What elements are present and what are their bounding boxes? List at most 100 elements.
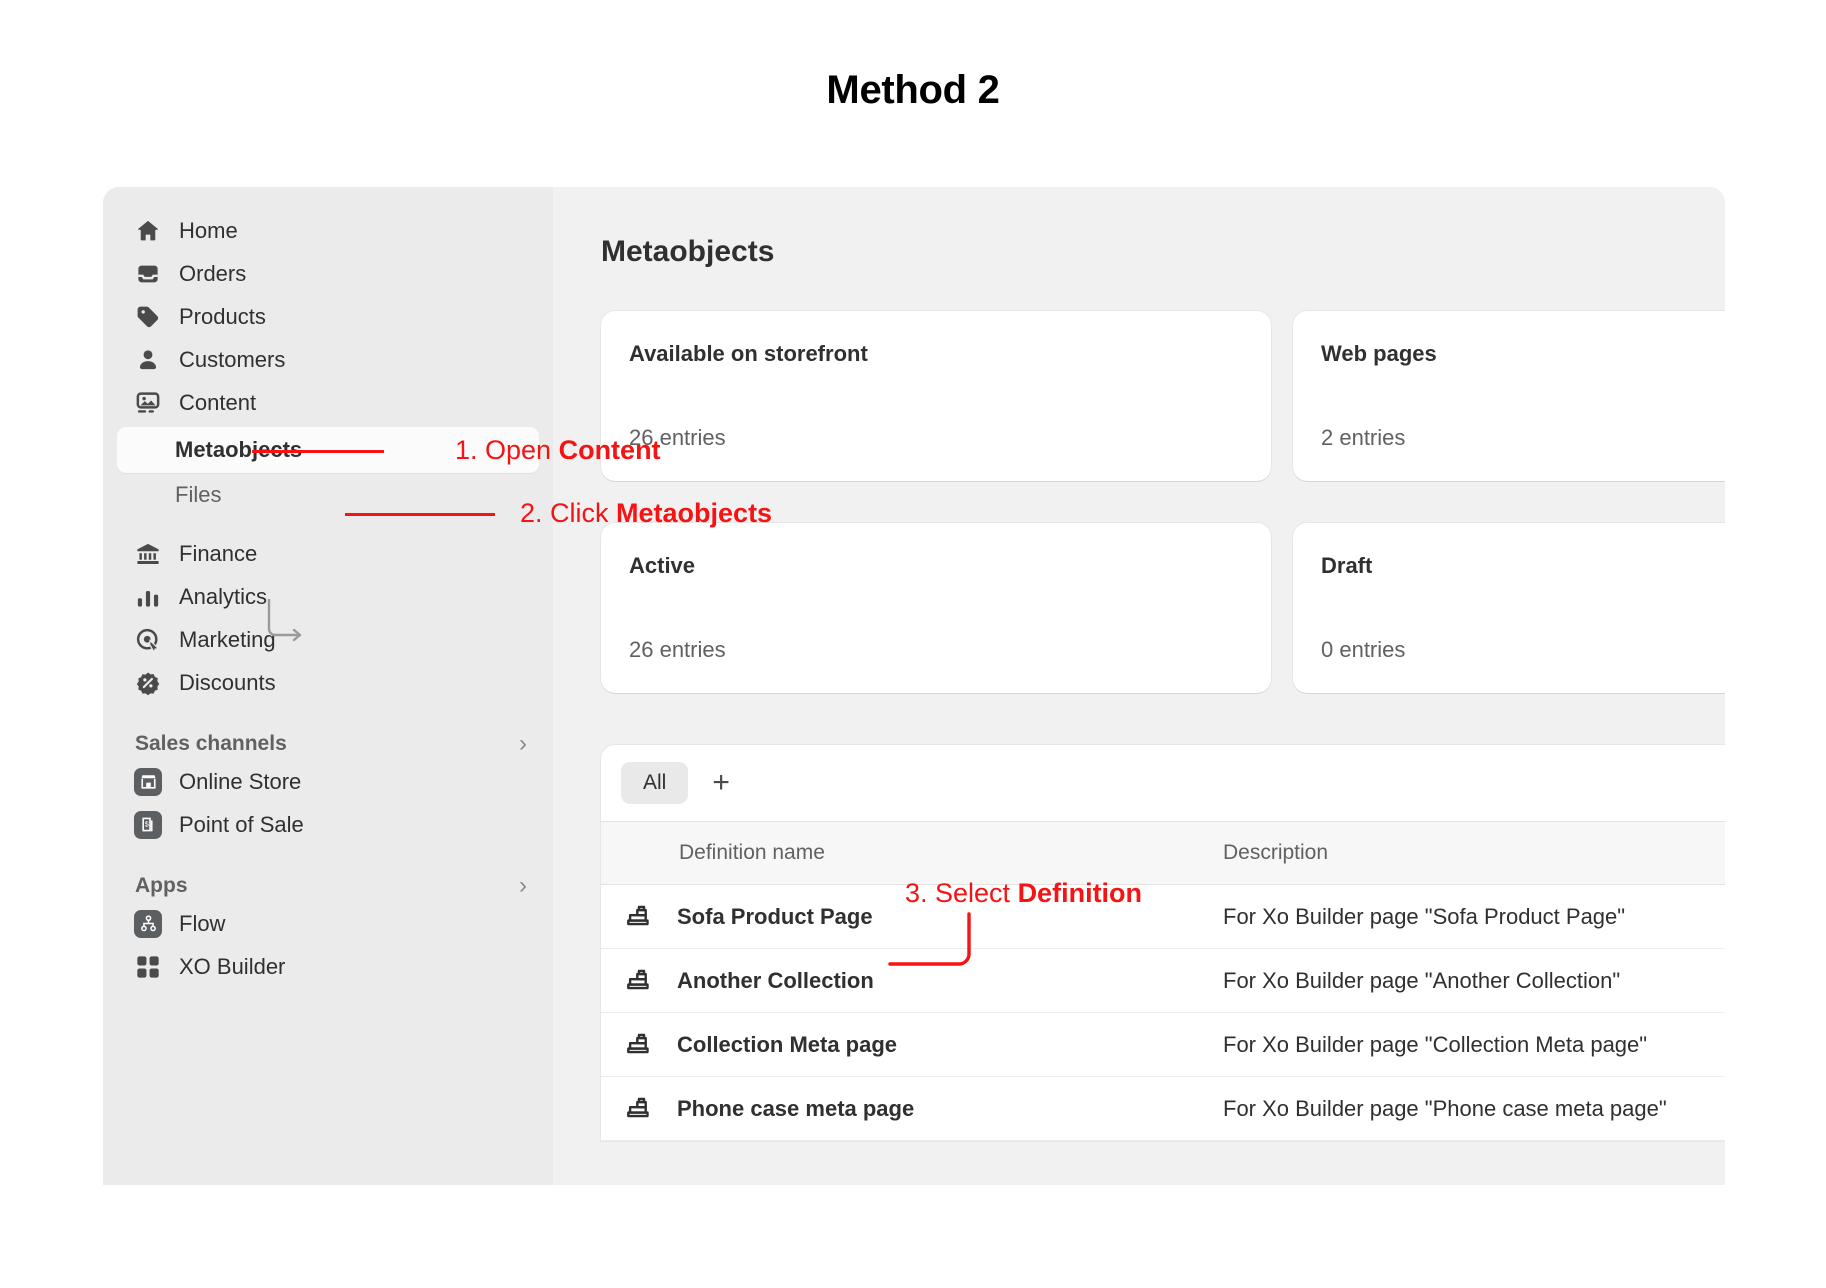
sidebar-item-products[interactable]: Products <box>117 295 539 338</box>
annotation-step-2-target: Metaobjects <box>616 498 772 528</box>
sidebar-item-label: Point of Sale <box>179 812 304 838</box>
card-title: Web pages <box>1321 341 1725 367</box>
sidebar-item-label: Discounts <box>179 670 276 696</box>
summary-card-web-pages[interactable]: Web pages 2 entries <box>1293 311 1725 481</box>
section-label: Sales channels <box>135 732 287 756</box>
sidebar-item-analytics[interactable]: Analytics <box>117 575 539 618</box>
summary-card-active[interactable]: Active 26 entries <box>601 523 1271 693</box>
sidebar-item-label: Orders <box>179 261 246 287</box>
annotation-leader-line-step-1 <box>252 450 384 453</box>
card-title: Available on storefront <box>629 341 1243 367</box>
finance-bank-icon <box>135 541 161 567</box>
sidebar-item-customers[interactable]: Customers <box>117 338 539 381</box>
point-of-sale-icon: $ <box>135 812 161 838</box>
metaobject-blocks-icon <box>625 966 655 996</box>
sidebar-item-home[interactable]: Home <box>117 209 539 252</box>
xo-builder-icon <box>135 954 161 980</box>
metaobject-blocks-icon <box>625 902 655 932</box>
table-header-row: Definition name Description <box>601 821 1725 885</box>
customers-person-icon <box>135 347 161 373</box>
annotation-leader-line-step-2 <box>345 513 495 516</box>
table-row[interactable]: Collection Meta page For Xo Builder page… <box>601 1013 1725 1077</box>
card-title: Draft <box>1321 553 1725 579</box>
card-entry-count: 2 entries <box>1321 425 1725 451</box>
tab-all[interactable]: All <box>621 762 688 804</box>
description-cell: For Xo Builder page "Sofa Product Page" <box>1219 904 1725 930</box>
sidebar: Home Orders Products <box>103 187 553 1185</box>
card-entry-count: 26 entries <box>629 425 1243 451</box>
annotation-step-3-prefix: 3. Select <box>905 878 1018 908</box>
summary-card-draft[interactable]: Draft 0 entries <box>1293 523 1725 693</box>
card-entry-count: 0 entries <box>1321 637 1725 663</box>
definitions-table-card: All + Definition name Description <box>601 745 1725 1141</box>
definition-name-cell[interactable]: Collection Meta page <box>601 1030 1219 1060</box>
chevron-right-icon[interactable]: › <box>519 872 527 900</box>
sidebar-section-sales-channels[interactable]: Sales channels › <box>129 730 527 758</box>
online-store-icon <box>135 769 161 795</box>
annotation-step-2: 2. Click Metaobjects <box>520 498 772 529</box>
chevron-right-icon[interactable]: › <box>519 730 527 758</box>
sidebar-item-xo-builder[interactable]: XO Builder <box>117 945 539 988</box>
table-row[interactable]: Phone case meta page For Xo Builder page… <box>601 1077 1725 1141</box>
description-cell: For Xo Builder page "Another Collection" <box>1219 968 1725 994</box>
table-row[interactable]: Sofa Product Page For Xo Builder page "S… <box>601 885 1725 949</box>
annotation-step-3: 3. Select Definition <box>905 878 1142 909</box>
admin-app-window: Home Orders Products <box>103 187 1725 1185</box>
sidebar-item-orders[interactable]: Orders <box>117 252 539 295</box>
sidebar-item-label: Finance <box>179 541 257 567</box>
sidebar-item-label: Online Store <box>179 769 301 795</box>
card-title: Active <box>629 553 1243 579</box>
metaobject-blocks-icon <box>625 1030 655 1060</box>
annotation-step-1-target: Content <box>559 435 661 465</box>
add-view-plus-icon[interactable]: + <box>698 768 744 798</box>
sidebar-item-label: Flow <box>179 911 225 937</box>
definition-name-text: Sofa Product Page <box>677 904 873 930</box>
page-heading: Metaobjects <box>601 235 1725 269</box>
sidebar-item-label: XO Builder <box>179 954 285 980</box>
sidebar-item-content[interactable]: Content <box>117 381 539 424</box>
marketing-target-icon <box>135 627 161 653</box>
sidebar-item-point-of-sale[interactable]: $ Point of Sale <box>117 803 539 846</box>
metaobject-blocks-icon <box>625 1094 655 1124</box>
section-label: Apps <box>135 874 188 898</box>
home-icon <box>135 218 161 244</box>
summary-cards-row-2: Active 26 entries Draft 0 entries <box>601 523 1725 693</box>
table-row[interactable]: Another Collection For Xo Builder page "… <box>601 949 1725 1013</box>
sidebar-item-marketing[interactable]: Marketing <box>117 618 539 661</box>
screenshot-root: Method 2 Home Orders <box>0 0 1826 1288</box>
definition-name-text: Another Collection <box>677 968 874 994</box>
sidebar-item-label: Files <box>175 482 221 508</box>
sidebar-item-label: Customers <box>179 347 285 373</box>
card-entry-count: 26 entries <box>629 637 1243 663</box>
analytics-bars-icon <box>135 584 161 610</box>
sidebar-section-apps[interactable]: Apps › <box>129 872 527 900</box>
sidebar-item-label: Home <box>179 218 238 244</box>
sidebar-item-finance[interactable]: Finance <box>117 532 539 575</box>
annotation-elbow-arrow-step-3 <box>890 910 1090 1020</box>
sidebar-item-label: Content <box>179 390 256 416</box>
column-header-definition-name[interactable]: Definition name <box>601 841 1219 865</box>
page-title: Method 2 <box>0 68 1826 113</box>
sidebar-item-files[interactable]: Files <box>117 473 539 516</box>
sidebar-item-label: Products <box>179 304 266 330</box>
column-header-description[interactable]: Description <box>1219 841 1725 865</box>
orders-icon <box>135 261 161 287</box>
svg-text:$: $ <box>144 819 148 828</box>
main-panel: Metaobjects Available on storefront 26 e… <box>553 187 1725 1185</box>
definition-name-cell[interactable]: Phone case meta page <box>601 1094 1219 1124</box>
definition-name-text: Phone case meta page <box>677 1096 914 1122</box>
sidebar-item-label: Marketing <box>179 627 276 653</box>
discounts-percent-icon <box>135 670 161 696</box>
annotation-step-1-prefix: 1. Open <box>455 435 559 465</box>
flow-icon <box>135 911 161 937</box>
content-image-icon <box>135 390 161 416</box>
sidebar-item-flow[interactable]: Flow <box>117 902 539 945</box>
description-cell: For Xo Builder page "Collection Meta pag… <box>1219 1032 1725 1058</box>
sidebar-item-discounts[interactable]: Discounts <box>117 661 539 704</box>
sidebar-item-label: Analytics <box>179 584 267 610</box>
annotation-step-2-prefix: 2. Click <box>520 498 616 528</box>
sidebar-item-online-store[interactable]: Online Store <box>117 760 539 803</box>
summary-card-available-on-storefront[interactable]: Available on storefront 26 entries <box>601 311 1271 481</box>
summary-cards-row-1: Available on storefront 26 entries Web p… <box>601 311 1725 481</box>
table-tabs-bar: All + <box>601 745 1725 821</box>
